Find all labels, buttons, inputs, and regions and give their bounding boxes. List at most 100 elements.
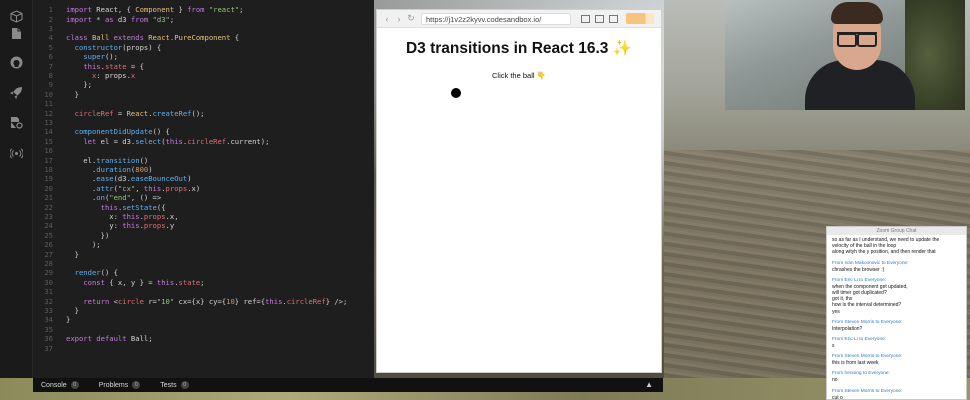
line-number: 33	[44, 305, 53, 315]
code-line[interactable]: 36 export default Ball;	[33, 334, 374, 343]
code-line[interactable]: 26 );	[33, 240, 374, 249]
code-line[interactable]: 9 };	[33, 80, 374, 89]
line-number: 27	[44, 249, 53, 259]
line-number: 23	[44, 211, 53, 221]
chevron-up-icon[interactable]: ▲	[645, 380, 653, 389]
line-number: 34	[44, 315, 53, 325]
code-text: super();	[83, 52, 118, 62]
code-line[interactable]: 12 circleRef = React.createRef();	[33, 108, 374, 118]
code-line[interactable]: 7 this.state = {	[33, 61, 374, 71]
code-line[interactable]: 8 x: props.x	[33, 71, 374, 80]
line-number: 21	[44, 193, 53, 203]
code-line[interactable]: 28	[33, 259, 374, 268]
code-line[interactable]: 34}	[33, 315, 374, 324]
line-number: 2	[48, 14, 53, 24]
code-line[interactable]: 20 .attr("cx", this.props.x)	[33, 184, 374, 193]
code-editor[interactable]: 1 import React, { Component } from "react…	[33, 0, 374, 378]
file-settings-icon[interactable]	[8, 114, 25, 131]
code-line[interactable]: 27 }	[33, 249, 374, 259]
line-number: 9	[48, 80, 53, 90]
browser-toolbar: ‹ › ↻ https://j1v2z2kyvv.codesandbox.io/	[377, 10, 661, 28]
line-number: 6	[48, 52, 53, 62]
code-line[interactable]: 3	[33, 24, 374, 33]
split-view-icon[interactable]	[581, 14, 590, 23]
line-number: 10	[44, 89, 53, 99]
broadcast-icon[interactable]	[8, 145, 25, 162]
code-text: );	[66, 240, 101, 250]
code-line[interactable]: 1 import React, { Component } from "react…	[33, 5, 374, 14]
line-number: 4	[48, 33, 53, 43]
zoom-chat-window[interactable]: Zoom Group Chat so as far as I understan…	[826, 226, 967, 400]
cube-icon[interactable]	[8, 8, 25, 25]
code-text: const { x, y } = this.state;	[83, 277, 205, 287]
code-text: })	[66, 230, 110, 240]
chat-message-text: Interpolation?	[832, 325, 863, 332]
code-line[interactable]: 4 class Ball extends React.PureComponent …	[33, 33, 374, 42]
line-number: 13	[44, 117, 53, 127]
code-line[interactable]: 18 .duration(800)	[33, 165, 374, 174]
code-line[interactable]: 29 render() {	[33, 268, 374, 277]
line-number: 17	[44, 155, 53, 165]
code-text: }	[66, 89, 79, 99]
code-line[interactable]: 11	[33, 99, 374, 108]
code-line[interactable]: 15 let el = d3.select(this.circleRef.cur…	[33, 137, 374, 146]
code-line[interactable]: 37	[33, 343, 374, 353]
line-number: 32	[44, 296, 53, 306]
presenter-glasses	[837, 32, 877, 47]
chat-message-text: this is from last week	[832, 360, 879, 367]
code-line[interactable]: 32 return <circle r="10" cx={x} cy={10} …	[33, 296, 374, 306]
code-line[interactable]: 31	[33, 287, 374, 296]
code-line[interactable]: 16	[33, 146, 374, 155]
reload-icon[interactable]: ↻	[405, 13, 417, 24]
activity-rail	[0, 0, 33, 378]
chat-message-text: s	[832, 343, 835, 350]
tab-tests-label: Tests	[160, 381, 177, 389]
code-line[interactable]: 22 this.setState({	[33, 202, 374, 212]
bottom-panel-bar: Console 0 Problems 0 Tests 0 ▲	[33, 378, 663, 392]
forward-arrow-icon[interactable]: ›	[393, 14, 405, 24]
code-line[interactable]: 30 const { x, y } = this.state;	[33, 278, 374, 287]
code-text: import * as d3 from "d3";	[66, 14, 175, 24]
code-line[interactable]: 24 y: this.props.y	[33, 221, 374, 230]
tab-tests[interactable]: Tests 0	[160, 381, 189, 389]
line-number: 5	[48, 42, 53, 52]
code-line[interactable]: 13	[33, 118, 374, 127]
address-bar[interactable]: https://j1v2z2kyvv.codesandbox.io/	[421, 12, 571, 25]
page-title: D3 transitions in React 16.3 ✨	[405, 40, 633, 57]
window-icon[interactable]	[595, 14, 604, 23]
presenter-hair	[831, 2, 883, 24]
browser-preview: ‹ › ↻ https://j1v2z2kyvv.codesandbox.io/…	[376, 9, 662, 373]
back-arrow-icon[interactable]: ‹	[381, 14, 393, 24]
line-number: 11	[44, 99, 53, 109]
preview-toggle[interactable]	[626, 13, 654, 24]
code-line[interactable]: 33 }	[33, 306, 374, 315]
code-line[interactable]: 2 import * as d3 from "d3";	[33, 14, 374, 24]
code-line[interactable]: 25 })	[33, 231, 374, 240]
chat-title: Zoom Group Chat	[827, 227, 966, 235]
ball[interactable]	[451, 88, 461, 98]
tab-console[interactable]: Console 0	[41, 381, 79, 389]
rocket-icon[interactable]	[8, 84, 25, 101]
tab-console-label: Console	[41, 381, 67, 389]
code-line[interactable]: 5 constructor(props) {	[33, 43, 374, 52]
code-line[interactable]: 19 .ease(d3.easeBounceOut)	[33, 174, 374, 183]
code-text: y: this.props.y	[66, 221, 175, 231]
chat-messages[interactable]: so as far as I understand, we need to up…	[827, 235, 966, 399]
line-number: 26	[44, 240, 53, 250]
code-line[interactable]: 23 x: this.props.x,	[33, 212, 374, 221]
tab-tests-count: 0	[180, 381, 189, 389]
code-line[interactable]: 35	[33, 325, 374, 334]
code-line[interactable]: 6 super();	[33, 52, 374, 61]
code-line[interactable]: 21 .on("end", () =>	[33, 193, 374, 202]
copy-icon[interactable]	[609, 14, 618, 23]
page-hint: Click the ball 👇	[492, 71, 546, 80]
code-line[interactable]: 17 el.transition()	[33, 155, 374, 165]
line-number: 31	[44, 287, 53, 297]
file-icon[interactable]	[8, 25, 25, 42]
code-line[interactable]: 10 }	[33, 90, 374, 99]
tab-problems[interactable]: Problems 0	[99, 381, 141, 389]
github-icon[interactable]	[8, 54, 25, 71]
line-number: 35	[44, 324, 53, 334]
code-line[interactable]: 14 componentDidUpdate() {	[33, 127, 374, 136]
code-text: }	[66, 249, 79, 259]
